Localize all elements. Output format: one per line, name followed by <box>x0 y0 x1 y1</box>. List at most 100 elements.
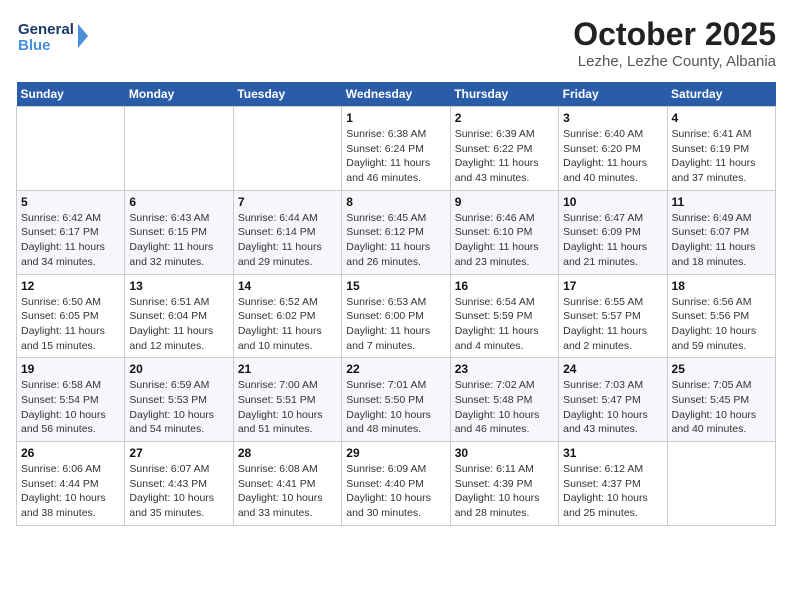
calendar-day-cell: 10 Sunrise: 6:47 AM Sunset: 6:09 PM Dayli… <box>559 190 667 274</box>
calendar-day-cell: 17 Sunrise: 6:55 AM Sunset: 5:57 PM Dayli… <box>559 274 667 358</box>
day-number: 18 <box>672 279 771 293</box>
calendar-day-cell <box>667 442 775 526</box>
calendar-day-cell: 23 Sunrise: 7:02 AM Sunset: 5:48 PM Dayli… <box>450 358 558 442</box>
day-info: Sunrise: 6:55 AM Sunset: 5:57 PM Dayligh… <box>563 295 662 354</box>
day-info: Sunrise: 6:44 AM Sunset: 6:14 PM Dayligh… <box>238 211 337 270</box>
day-info: Sunrise: 7:02 AM Sunset: 5:48 PM Dayligh… <box>455 378 554 437</box>
calendar-day-cell <box>233 107 341 191</box>
day-info: Sunrise: 6:12 AM Sunset: 4:37 PM Dayligh… <box>563 462 662 521</box>
day-info: Sunrise: 6:47 AM Sunset: 6:09 PM Dayligh… <box>563 211 662 270</box>
day-number: 11 <box>672 195 771 209</box>
day-number: 13 <box>129 279 228 293</box>
day-number: 24 <box>563 362 662 376</box>
day-info: Sunrise: 6:49 AM Sunset: 6:07 PM Dayligh… <box>672 211 771 270</box>
calendar-day-cell: 27 Sunrise: 6:07 AM Sunset: 4:43 PM Dayli… <box>125 442 233 526</box>
day-info: Sunrise: 6:52 AM Sunset: 6:02 PM Dayligh… <box>238 295 337 354</box>
day-info: Sunrise: 6:40 AM Sunset: 6:20 PM Dayligh… <box>563 127 662 186</box>
calendar-day-cell <box>125 107 233 191</box>
day-number: 26 <box>21 446 120 460</box>
day-number: 4 <box>672 111 771 125</box>
calendar-day-cell: 1 Sunrise: 6:38 AM Sunset: 6:24 PM Daylig… <box>342 107 450 191</box>
calendar-day-cell: 11 Sunrise: 6:49 AM Sunset: 6:07 PM Dayli… <box>667 190 775 274</box>
calendar-day-cell: 4 Sunrise: 6:41 AM Sunset: 6:19 PM Daylig… <box>667 107 775 191</box>
day-number: 7 <box>238 195 337 209</box>
day-number: 10 <box>563 195 662 209</box>
calendar-day-cell: 28Sunrise: 6:08 AM Sunset: 4:41 PM Dayli… <box>233 442 341 526</box>
calendar-day-cell <box>17 107 125 191</box>
weekday-header: Friday <box>559 82 667 107</box>
calendar-day-cell: 9 Sunrise: 6:46 AM Sunset: 6:10 PM Daylig… <box>450 190 558 274</box>
day-number: 15 <box>346 279 445 293</box>
calendar-day-cell: 31 Sunrise: 6:12 AM Sunset: 4:37 PM Dayli… <box>559 442 667 526</box>
day-info: Sunrise: 7:00 AM Sunset: 5:51 PM Dayligh… <box>238 378 337 437</box>
day-number: 6 <box>129 195 228 209</box>
calendar-table: SundayMondayTuesdayWednesdayThursdayFrid… <box>16 82 776 526</box>
svg-text:General: General <box>18 21 74 38</box>
weekday-header-row: SundayMondayTuesdayWednesdayThursdayFrid… <box>17 82 776 107</box>
day-info: Sunrise: 6:46 AM Sunset: 6:10 PM Dayligh… <box>455 211 554 270</box>
day-number: 23 <box>455 362 554 376</box>
day-number: 1 <box>346 111 445 125</box>
day-info: Sunrise: 6:38 AM Sunset: 6:24 PM Dayligh… <box>346 127 445 186</box>
calendar-day-cell: 7 Sunrise: 6:44 AM Sunset: 6:14 PM Daylig… <box>233 190 341 274</box>
day-number: 3 <box>563 111 662 125</box>
day-number: 19 <box>21 362 120 376</box>
calendar-day-cell: 18 Sunrise: 6:56 AM Sunset: 5:56 PM Dayli… <box>667 274 775 358</box>
day-number: 20 <box>129 362 228 376</box>
calendar-day-cell: 29Sunrise: 6:09 AM Sunset: 4:40 PM Dayli… <box>342 442 450 526</box>
weekday-header: Sunday <box>17 82 125 107</box>
day-info: Sunrise: 6:39 AM Sunset: 6:22 PM Dayligh… <box>455 127 554 186</box>
day-number: 22 <box>346 362 445 376</box>
calendar-day-cell: 25 Sunrise: 7:05 AM Sunset: 5:45 PM Dayli… <box>667 358 775 442</box>
calendar-week-row: 19 Sunrise: 6:58 AM Sunset: 5:54 PM Dayli… <box>17 358 776 442</box>
calendar-day-cell: 21Sunrise: 7:00 AM Sunset: 5:51 PM Dayli… <box>233 358 341 442</box>
day-info: Sunrise: 6:59 AM Sunset: 5:53 PM Dayligh… <box>129 378 228 437</box>
calendar-day-cell: 14 Sunrise: 6:52 AM Sunset: 6:02 PM Dayli… <box>233 274 341 358</box>
calendar-day-cell: 12 Sunrise: 6:50 AM Sunset: 6:05 PM Dayli… <box>17 274 125 358</box>
logo: GeneralBlue <box>16 16 96 56</box>
day-number: 9 <box>455 195 554 209</box>
day-info: Sunrise: 6:58 AM Sunset: 5:54 PM Dayligh… <box>21 378 120 437</box>
day-number: 30 <box>455 446 554 460</box>
day-number: 25 <box>672 362 771 376</box>
day-number: 8 <box>346 195 445 209</box>
day-number: 29 <box>346 446 445 460</box>
calendar-day-cell: 24Sunrise: 7:03 AM Sunset: 5:47 PM Dayli… <box>559 358 667 442</box>
calendar-week-row: 1 Sunrise: 6:38 AM Sunset: 6:24 PM Daylig… <box>17 107 776 191</box>
calendar-day-cell: 22Sunrise: 7:01 AM Sunset: 5:50 PM Dayli… <box>342 358 450 442</box>
calendar-week-row: 5Sunrise: 6:42 AM Sunset: 6:17 PM Daylig… <box>17 190 776 274</box>
calendar-day-cell: 16Sunrise: 6:54 AM Sunset: 5:59 PM Dayli… <box>450 274 558 358</box>
calendar-week-row: 12 Sunrise: 6:50 AM Sunset: 6:05 PM Dayli… <box>17 274 776 358</box>
day-number: 5 <box>21 195 120 209</box>
day-info: Sunrise: 7:05 AM Sunset: 5:45 PM Dayligh… <box>672 378 771 437</box>
page-title: October 2025 <box>573 16 776 53</box>
day-number: 27 <box>129 446 228 460</box>
weekday-header: Tuesday <box>233 82 341 107</box>
day-info: Sunrise: 6:07 AM Sunset: 4:43 PM Dayligh… <box>129 462 228 521</box>
day-number: 31 <box>563 446 662 460</box>
logo-svg: GeneralBlue <box>16 16 96 56</box>
weekday-header: Wednesday <box>342 82 450 107</box>
day-number: 2 <box>455 111 554 125</box>
weekday-header: Saturday <box>667 82 775 107</box>
calendar-day-cell: 5Sunrise: 6:42 AM Sunset: 6:17 PM Daylig… <box>17 190 125 274</box>
calendar-day-cell: 30 Sunrise: 6:11 AM Sunset: 4:39 PM Dayli… <box>450 442 558 526</box>
day-info: Sunrise: 6:06 AM Sunset: 4:44 PM Dayligh… <box>21 462 120 521</box>
weekday-header: Thursday <box>450 82 558 107</box>
day-info: Sunrise: 6:51 AM Sunset: 6:04 PM Dayligh… <box>129 295 228 354</box>
day-info: Sunrise: 6:50 AM Sunset: 6:05 PM Dayligh… <box>21 295 120 354</box>
calendar-day-cell: 15 Sunrise: 6:53 AM Sunset: 6:00 PM Dayli… <box>342 274 450 358</box>
day-info: Sunrise: 6:11 AM Sunset: 4:39 PM Dayligh… <box>455 462 554 521</box>
day-info: Sunrise: 6:41 AM Sunset: 6:19 PM Dayligh… <box>672 127 771 186</box>
day-number: 17 <box>563 279 662 293</box>
day-number: 14 <box>238 279 337 293</box>
calendar-day-cell: 19 Sunrise: 6:58 AM Sunset: 5:54 PM Dayli… <box>17 358 125 442</box>
calendar-day-cell: 8Sunrise: 6:45 AM Sunset: 6:12 PM Daylig… <box>342 190 450 274</box>
day-info: Sunrise: 6:56 AM Sunset: 5:56 PM Dayligh… <box>672 295 771 354</box>
day-info: Sunrise: 6:43 AM Sunset: 6:15 PM Dayligh… <box>129 211 228 270</box>
calendar-day-cell: 20 Sunrise: 6:59 AM Sunset: 5:53 PM Dayli… <box>125 358 233 442</box>
svg-text:Blue: Blue <box>18 37 51 54</box>
calendar-week-row: 26 Sunrise: 6:06 AM Sunset: 4:44 PM Dayli… <box>17 442 776 526</box>
day-number: 12 <box>21 279 120 293</box>
day-info: Sunrise: 6:53 AM Sunset: 6:00 PM Dayligh… <box>346 295 445 354</box>
